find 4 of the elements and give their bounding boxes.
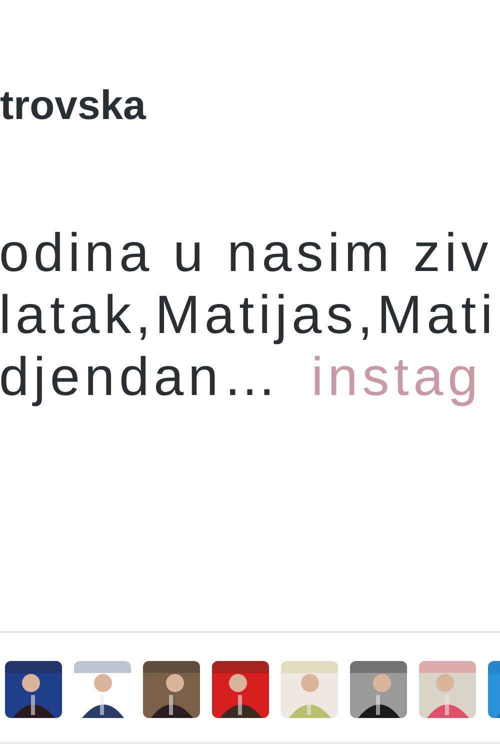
tweet-text: djendan… [0,346,282,408]
author-name[interactable]: trovska [0,86,146,124]
tweet-text: odina u nasim ziv [0,222,493,284]
tweet-text: latak,Matijas,Mati [0,284,498,346]
